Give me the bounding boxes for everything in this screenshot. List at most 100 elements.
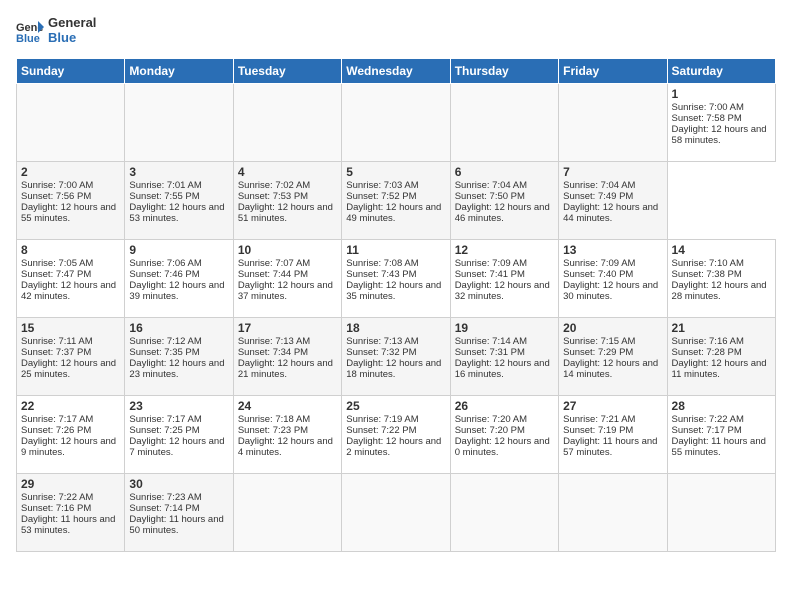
day-number: 7 [563, 165, 662, 179]
day-number: 22 [21, 399, 120, 413]
day-of-week-row: SundayMondayTuesdayWednesdayThursdayFrid… [17, 58, 776, 83]
day-number: 18 [346, 321, 445, 335]
calendar-cell: 17Sunrise: 7:13 AMSunset: 7:34 PMDayligh… [233, 317, 341, 395]
sunset-text: Sunset: 7:40 PM [563, 269, 633, 280]
daylight-text: Daylight: 12 hours and 35 minutes. [346, 280, 441, 302]
sunset-text: Sunset: 7:53 PM [238, 191, 308, 202]
calendar-week-6: 29Sunrise: 7:22 AMSunset: 7:16 PMDayligh… [17, 473, 776, 551]
calendar-cell [559, 473, 667, 551]
dow-header-wednesday: Wednesday [342, 58, 450, 83]
calendar-cell: 20Sunrise: 7:15 AMSunset: 7:29 PMDayligh… [559, 317, 667, 395]
day-number: 1 [672, 87, 771, 101]
calendar-cell: 15Sunrise: 7:11 AMSunset: 7:37 PMDayligh… [17, 317, 125, 395]
calendar-cell: 8Sunrise: 7:05 AMSunset: 7:47 PMDaylight… [17, 239, 125, 317]
sunrise-text: Sunrise: 7:03 AM [346, 180, 418, 191]
calendar-cell: 1Sunrise: 7:00 AMSunset: 7:58 PMDaylight… [667, 83, 775, 161]
calendar-week-5: 22Sunrise: 7:17 AMSunset: 7:26 PMDayligh… [17, 395, 776, 473]
day-number: 11 [346, 243, 445, 257]
daylight-text: Daylight: 12 hours and 4 minutes. [238, 436, 333, 458]
daylight-text: Daylight: 12 hours and 23 minutes. [129, 358, 224, 380]
calendar-cell: 29Sunrise: 7:22 AMSunset: 7:16 PMDayligh… [17, 473, 125, 551]
sunrise-text: Sunrise: 7:22 AM [672, 414, 744, 425]
daylight-text: Daylight: 12 hours and 28 minutes. [672, 280, 767, 302]
calendar-cell: 2Sunrise: 7:00 AMSunset: 7:56 PMDaylight… [17, 161, 125, 239]
sunset-text: Sunset: 7:41 PM [455, 269, 525, 280]
day-number: 10 [238, 243, 337, 257]
calendar-cell: 14Sunrise: 7:10 AMSunset: 7:38 PMDayligh… [667, 239, 775, 317]
daylight-text: Daylight: 12 hours and 25 minutes. [21, 358, 116, 380]
daylight-text: Daylight: 11 hours and 53 minutes. [21, 514, 115, 536]
daylight-text: Daylight: 12 hours and 16 minutes. [455, 358, 550, 380]
calendar-cell [342, 83, 450, 161]
calendar-cell: 13Sunrise: 7:09 AMSunset: 7:40 PMDayligh… [559, 239, 667, 317]
day-number: 19 [455, 321, 554, 335]
daylight-text: Daylight: 12 hours and 2 minutes. [346, 436, 441, 458]
daylight-text: Daylight: 11 hours and 57 minutes. [563, 436, 657, 458]
daylight-text: Daylight: 12 hours and 14 minutes. [563, 358, 658, 380]
daylight-text: Daylight: 12 hours and 32 minutes. [455, 280, 550, 302]
calendar-cell [450, 473, 558, 551]
sunrise-text: Sunrise: 7:19 AM [346, 414, 418, 425]
calendar-cell: 11Sunrise: 7:08 AMSunset: 7:43 PMDayligh… [342, 239, 450, 317]
dow-header-tuesday: Tuesday [233, 58, 341, 83]
calendar-cell: 10Sunrise: 7:07 AMSunset: 7:44 PMDayligh… [233, 239, 341, 317]
sunset-text: Sunset: 7:17 PM [672, 425, 742, 436]
sunrise-text: Sunrise: 7:11 AM [21, 336, 93, 347]
day-number: 17 [238, 321, 337, 335]
sunrise-text: Sunrise: 7:16 AM [672, 336, 744, 347]
sunset-text: Sunset: 7:47 PM [21, 269, 91, 280]
calendar-cell: 22Sunrise: 7:17 AMSunset: 7:26 PMDayligh… [17, 395, 125, 473]
dow-header-friday: Friday [559, 58, 667, 83]
day-number: 14 [672, 243, 771, 257]
calendar-body: 1Sunrise: 7:00 AMSunset: 7:58 PMDaylight… [17, 83, 776, 551]
daylight-text: Daylight: 11 hours and 50 minutes. [129, 514, 223, 536]
sunset-text: Sunset: 7:19 PM [563, 425, 633, 436]
daylight-text: Daylight: 11 hours and 55 minutes. [672, 436, 766, 458]
sunrise-text: Sunrise: 7:23 AM [129, 492, 201, 503]
calendar-cell: 6Sunrise: 7:04 AMSunset: 7:50 PMDaylight… [450, 161, 558, 239]
sunset-text: Sunset: 7:32 PM [346, 347, 416, 358]
sunset-text: Sunset: 7:37 PM [21, 347, 91, 358]
sunset-text: Sunset: 7:35 PM [129, 347, 199, 358]
sunset-text: Sunset: 7:44 PM [238, 269, 308, 280]
calendar-cell: 9Sunrise: 7:06 AMSunset: 7:46 PMDaylight… [125, 239, 233, 317]
daylight-text: Daylight: 12 hours and 49 minutes. [346, 202, 441, 224]
sunset-text: Sunset: 7:31 PM [455, 347, 525, 358]
dow-header-sunday: Sunday [17, 58, 125, 83]
day-number: 13 [563, 243, 662, 257]
day-number: 20 [563, 321, 662, 335]
sunset-text: Sunset: 7:38 PM [672, 269, 742, 280]
daylight-text: Daylight: 12 hours and 21 minutes. [238, 358, 333, 380]
sunset-text: Sunset: 7:56 PM [21, 191, 91, 202]
header: General Blue General Blue [16, 16, 776, 46]
daylight-text: Daylight: 12 hours and 18 minutes. [346, 358, 441, 380]
calendar-cell: 12Sunrise: 7:09 AMSunset: 7:41 PMDayligh… [450, 239, 558, 317]
sunset-text: Sunset: 7:22 PM [346, 425, 416, 436]
sunrise-text: Sunrise: 7:08 AM [346, 258, 418, 269]
day-number: 30 [129, 477, 228, 491]
daylight-text: Daylight: 12 hours and 37 minutes. [238, 280, 333, 302]
daylight-text: Daylight: 12 hours and 39 minutes. [129, 280, 224, 302]
day-number: 28 [672, 399, 771, 413]
daylight-text: Daylight: 12 hours and 55 minutes. [21, 202, 116, 224]
logo: General Blue General Blue [16, 16, 96, 46]
calendar-week-2: 2Sunrise: 7:00 AMSunset: 7:56 PMDaylight… [17, 161, 776, 239]
sunset-text: Sunset: 7:23 PM [238, 425, 308, 436]
calendar-cell [125, 83, 233, 161]
sunset-text: Sunset: 7:34 PM [238, 347, 308, 358]
day-number: 2 [21, 165, 120, 179]
calendar-cell: 4Sunrise: 7:02 AMSunset: 7:53 PMDaylight… [233, 161, 341, 239]
sunrise-text: Sunrise: 7:09 AM [563, 258, 635, 269]
day-number: 12 [455, 243, 554, 257]
sunrise-text: Sunrise: 7:10 AM [672, 258, 744, 269]
sunset-text: Sunset: 7:25 PM [129, 425, 199, 436]
dow-header-thursday: Thursday [450, 58, 558, 83]
sunset-text: Sunset: 7:14 PM [129, 503, 199, 514]
calendar-cell: 19Sunrise: 7:14 AMSunset: 7:31 PMDayligh… [450, 317, 558, 395]
calendar-cell: 18Sunrise: 7:13 AMSunset: 7:32 PMDayligh… [342, 317, 450, 395]
sunset-text: Sunset: 7:28 PM [672, 347, 742, 358]
daylight-text: Daylight: 12 hours and 11 minutes. [672, 358, 767, 380]
calendar-cell [667, 473, 775, 551]
sunrise-text: Sunrise: 7:14 AM [455, 336, 527, 347]
sunset-text: Sunset: 7:49 PM [563, 191, 633, 202]
